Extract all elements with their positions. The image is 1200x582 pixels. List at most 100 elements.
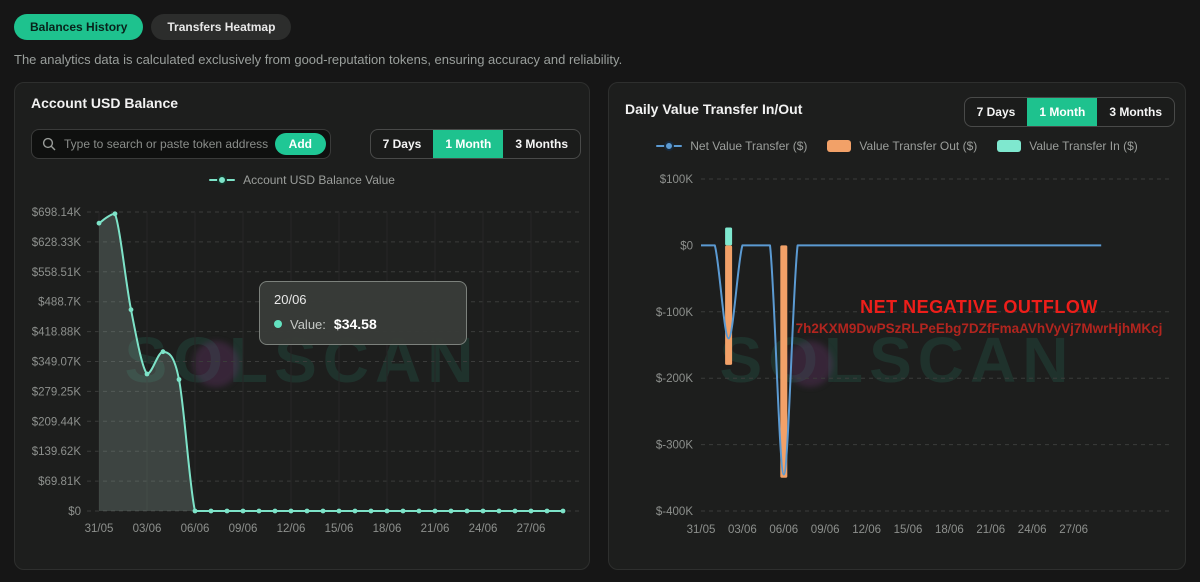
tab-balances-history[interactable]: Balances History (14, 14, 143, 40)
data-point[interactable] (225, 509, 230, 514)
x-axis-label: 12/06 (277, 523, 306, 535)
x-axis-label: 18/06 (935, 524, 964, 536)
data-point[interactable] (433, 509, 438, 514)
line-net-value-transfer[interactable] (701, 245, 1101, 474)
line-dot-icon (656, 141, 682, 151)
data-point[interactable] (321, 509, 326, 514)
x-axis-label: 24/06 (469, 523, 498, 535)
data-point[interactable] (209, 509, 214, 514)
data-point[interactable] (257, 509, 262, 514)
range-1-month[interactable]: 1 Month (1027, 98, 1097, 126)
transfers-chart[interactable]: $100K$0$-100K$-200K$-300K$-400K31/0503/0… (617, 166, 1185, 546)
y-axis-label: $100K (660, 174, 694, 186)
data-point[interactable] (465, 509, 470, 514)
balance-chart[interactable]: $698.14K$628.33K$558.51K$488.7K$418.88K$… (23, 201, 590, 546)
range-3-months[interactable]: 3 Months (503, 130, 580, 158)
y-axis-label: $0 (68, 506, 81, 518)
y-axis-label: $349.07K (32, 357, 82, 369)
add-token-button[interactable]: Add (275, 133, 326, 155)
account-usd-balance-panel: Account USD Balance Add 7 Days1 Month3 M… (14, 82, 590, 570)
data-point[interactable] (449, 509, 454, 514)
line-dot-icon (209, 175, 235, 185)
x-axis-label: 24/06 (1018, 524, 1047, 536)
tooltip-value: $34.58 (334, 316, 377, 332)
data-point[interactable] (545, 509, 550, 514)
left-legend: Account USD Balance Value (15, 173, 589, 187)
x-axis-label: 27/06 (1059, 524, 1088, 536)
right-range-selector: 7 Days1 Month3 Months (964, 97, 1175, 127)
legend-net-value-transfer[interactable]: Net Value Transfer ($) (656, 139, 807, 153)
y-axis-label: $698.14K (32, 207, 82, 219)
data-point[interactable] (145, 372, 150, 377)
data-point[interactable] (385, 509, 390, 514)
y-axis-label: $-200K (656, 373, 693, 385)
range-1-month[interactable]: 1 Month (433, 130, 503, 158)
x-axis-label: 06/06 (181, 523, 210, 535)
x-axis-label: 21/06 (976, 524, 1005, 536)
legend-label: Value Transfer In ($) (1029, 139, 1138, 153)
token-search-box[interactable]: Add (31, 129, 331, 159)
bar-value-transfer-in[interactable] (725, 228, 732, 246)
x-axis-label: 12/06 (852, 524, 881, 536)
data-point[interactable] (129, 307, 134, 312)
bar-value-transfer-out[interactable] (725, 245, 732, 365)
y-axis-label: $-400K (656, 506, 693, 518)
x-axis-label: 15/06 (894, 524, 923, 536)
data-point[interactable] (401, 509, 406, 514)
x-axis-label: 09/06 (229, 523, 258, 535)
data-point[interactable] (353, 509, 358, 514)
bar-swatch-icon (827, 140, 851, 152)
data-point[interactable] (113, 211, 118, 216)
search-icon (42, 137, 56, 151)
data-point[interactable] (481, 509, 486, 514)
y-axis-label: $0 (680, 240, 693, 252)
legend-account-usd-balance-value[interactable]: Account USD Balance Value (209, 173, 395, 187)
y-axis-label: $-100K (656, 307, 693, 319)
legend-label: Account USD Balance Value (243, 173, 395, 187)
data-point[interactable] (241, 509, 246, 514)
data-point[interactable] (561, 509, 566, 514)
y-axis-label: $628.33K (32, 237, 82, 249)
y-axis-label: $418.88K (32, 327, 82, 339)
x-axis-label: 18/06 (373, 523, 402, 535)
data-point[interactable] (273, 509, 278, 514)
tooltip-series-dot (274, 320, 282, 328)
range-3-months[interactable]: 3 Months (1097, 98, 1174, 126)
x-axis-label: 09/06 (811, 524, 840, 536)
bar-value-transfer-out[interactable] (780, 245, 787, 477)
legend-value-transfer-out[interactable]: Value Transfer Out ($) (827, 139, 977, 153)
data-point[interactable] (497, 509, 502, 514)
y-axis-label: $488.7K (38, 297, 81, 309)
y-axis-label: $279.25K (32, 386, 82, 398)
data-point[interactable] (337, 509, 342, 514)
data-point[interactable] (369, 509, 374, 514)
chart-tooltip: 20/06 Value: $34.58 (259, 281, 467, 345)
tab-transfers-heatmap[interactable]: Transfers Heatmap (151, 14, 291, 40)
x-axis-label: 06/06 (769, 524, 798, 536)
data-point[interactable] (513, 509, 518, 514)
token-search-input[interactable] (62, 136, 275, 152)
bar-swatch-icon (997, 140, 1021, 152)
data-point[interactable] (529, 509, 534, 514)
y-axis-label: $69.81K (38, 476, 81, 488)
x-axis-label: 27/06 (517, 523, 546, 535)
range-7-days[interactable]: 7 Days (371, 130, 434, 158)
y-axis-label: $139.62K (32, 446, 82, 458)
data-point[interactable] (161, 349, 166, 354)
x-axis-label: 15/06 (325, 523, 354, 535)
data-point[interactable] (177, 377, 182, 382)
x-axis-label: 03/06 (133, 523, 162, 535)
area-fill (99, 214, 563, 511)
daily-value-transfer-panel: Daily Value Transfer In/Out 7 Days1 Mont… (608, 82, 1186, 570)
data-point[interactable] (193, 509, 198, 514)
data-point[interactable] (97, 221, 102, 226)
data-point[interactable] (305, 509, 310, 514)
range-7-days[interactable]: 7 Days (965, 98, 1028, 126)
legend-label: Value Transfer Out ($) (859, 139, 977, 153)
right-panel-title: Daily Value Transfer In/Out (625, 101, 802, 117)
legend-value-transfer-in[interactable]: Value Transfer In ($) (997, 139, 1138, 153)
data-point[interactable] (417, 509, 422, 514)
y-axis-label: $-300K (656, 440, 693, 452)
data-point[interactable] (289, 509, 294, 514)
tabbar: Balances History Transfers Heatmap (14, 14, 291, 40)
